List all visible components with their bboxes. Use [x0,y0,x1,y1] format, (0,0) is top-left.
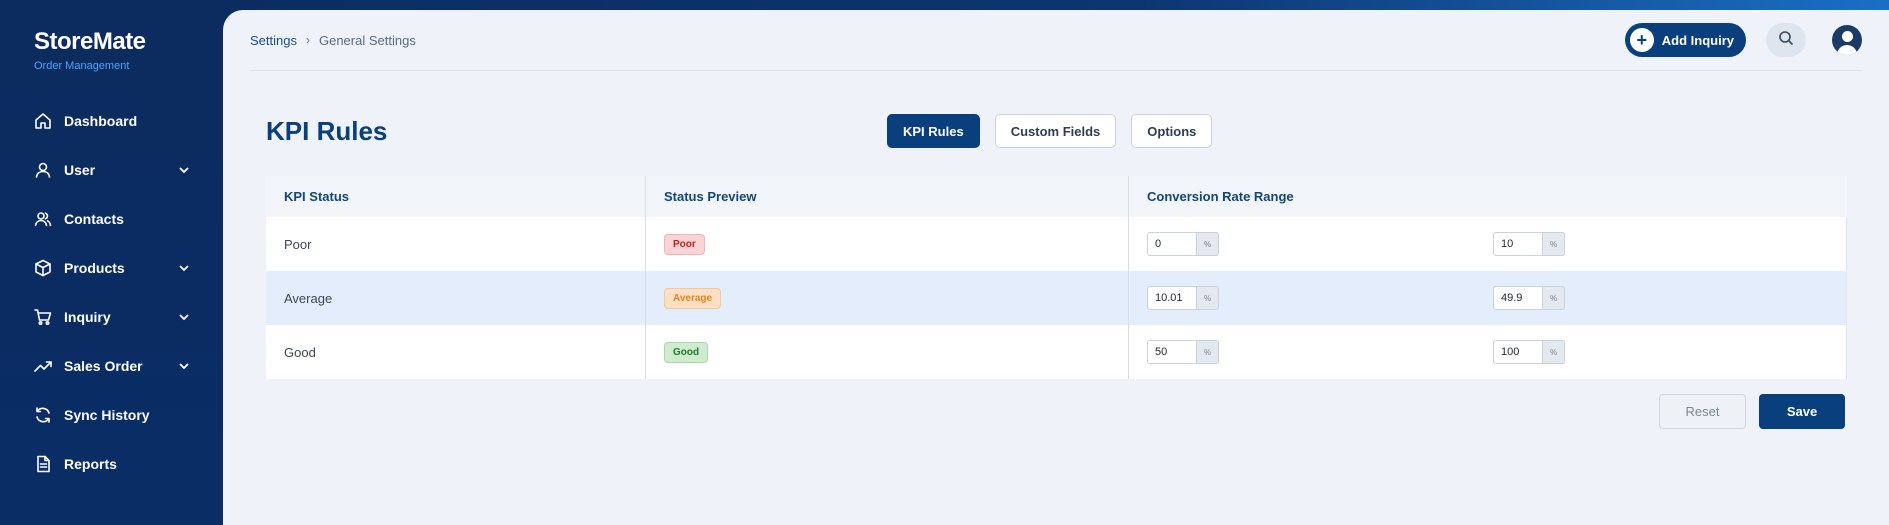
table-row: Average Average 10.01 % 49.9 % [266,271,1847,325]
range-min-value[interactable]: 10.01 [1147,286,1197,310]
chevron-down-icon [179,260,189,276]
range-min-value[interactable]: 50 [1147,340,1197,364]
sidebar-item-label: Sales Order [64,357,143,374]
header-conversion-range: Conversion Rate Range [1147,189,1294,204]
range-min-input[interactable]: 10.01 % [1147,286,1219,310]
document-icon [34,455,52,473]
kpi-table: KPI Status Status Preview Conversion Rat… [266,176,1847,379]
chevron-right-icon: › [305,33,310,47]
percent-unit: % [1543,286,1565,310]
breadcrumb-current: General Settings [318,32,416,48]
header-kpi-status: KPI Status [266,176,646,217]
contacts-icon [34,210,52,228]
range-min-input[interactable]: 50 % [1147,340,1219,364]
sync-icon [34,406,52,424]
range-max-input[interactable]: 49.9 % [1493,286,1565,310]
page-title: KPI Rules [266,116,388,146]
breadcrumb-settings[interactable]: Settings [250,33,297,48]
table-header: KPI Status Status Preview Conversion Rat… [266,176,1847,217]
range-min-value[interactable]: 0 [1147,232,1197,256]
box-icon [34,259,52,277]
cart-icon [34,308,52,326]
sidebar-item-user[interactable]: User [0,145,223,194]
search-button[interactable] [1766,23,1806,57]
sidebar-item-label: Reports [64,455,117,472]
chevron-down-icon [179,162,189,178]
range-min-group: 10.01 % [1147,286,1493,310]
settings-tabs: KPI Rules Custom Fields Options [887,114,1227,148]
status-badge: Poor [664,233,705,255]
range-cell: 10.01 % 49.9 % [1129,271,1846,325]
range-min-group: 50 % [1147,340,1493,364]
reset-button[interactable]: Reset [1659,394,1746,429]
tab-kpi-rules[interactable]: KPI Rules [887,114,980,148]
percent-unit: % [1197,340,1219,364]
percent-unit: % [1543,340,1565,364]
user-icon [34,161,52,179]
main-panel: Settings › General Settings + Add Inquir… [223,10,1889,525]
sidebar-item-label: Inquiry [64,308,111,325]
range-min-group: 0 % [1147,232,1493,256]
sidebar-nav: Dashboard User Contacts Products Inquiry… [0,96,223,488]
sidebar-item-label: Sync History [64,406,150,423]
add-inquiry-button[interactable]: + Add Inquiry [1624,23,1746,57]
kpi-status-cell: Poor [266,217,646,271]
sidebar-item-sync-history[interactable]: Sync History [0,390,223,439]
sidebar-item-label: User [64,161,96,178]
sidebar-item-inquiry[interactable]: Inquiry [0,292,223,341]
avatar-head [1841,31,1853,42]
plus-icon: + [1629,28,1654,52]
save-button[interactable]: Save [1759,394,1845,429]
range-max-value[interactable]: 100 [1493,340,1543,364]
range-max-value[interactable]: 49.9 [1493,286,1543,310]
status-badge: Average [664,287,722,309]
tab-custom-fields[interactable]: Custom Fields [994,114,1117,148]
range-max-input[interactable]: 10 % [1493,232,1565,256]
table-row: Poor Poor 0 % 10 % [266,217,1847,271]
range-cell: 0 % 10 % [1129,217,1846,271]
status-preview-cell: Average [646,271,1129,325]
percent-unit: % [1197,286,1219,310]
sidebar-item-dashboard[interactable]: Dashboard [0,96,223,145]
header-status-preview: Status Preview [646,176,1129,217]
sidebar-item-reports[interactable]: Reports [0,439,223,488]
range-max-value[interactable]: 10 [1493,232,1543,256]
avatar-body [1837,45,1857,55]
brand-subtitle: Order Management [34,60,130,72]
add-inquiry-label: Add Inquiry [1661,32,1734,48]
sidebar-item-label: Dashboard [64,112,138,129]
range-max-input[interactable]: 100 % [1493,340,1565,364]
sidebar-item-label: Contacts [64,210,124,227]
range-min-input[interactable]: 0 % [1147,232,1219,256]
chevron-down-icon [179,358,189,374]
percent-unit: % [1197,232,1219,256]
sidebar-item-products[interactable]: Products [0,243,223,292]
top-bar: Settings › General Settings + Add Inquir… [250,10,1862,71]
status-preview-cell: Poor [646,217,1129,271]
top-actions: + Add Inquiry [1624,23,1862,57]
trend-icon [34,357,52,375]
home-icon [34,112,52,130]
sidebar-item-label: Products [64,259,125,276]
kpi-status-cell: Good [266,325,646,379]
tab-options[interactable]: Options [1131,114,1213,148]
brand-logo[interactable]: StoreMate Order Management [34,28,146,73]
percent-unit: % [1543,232,1565,256]
search-icon [1778,30,1794,51]
sidebar: StoreMate Order Management Dashboard Use… [0,0,223,525]
sidebar-item-contacts[interactable]: Contacts [0,194,223,243]
sidebar-item-sales-order[interactable]: Sales Order [0,341,223,390]
breadcrumb: Settings › General Settings [250,33,416,48]
chevron-down-icon [179,309,189,325]
brand-name: StoreMate [34,28,146,55]
kpi-status-cell: Average [266,271,646,325]
table-row: Good Good 50 % 100 % [266,325,1847,379]
avatar[interactable] [1832,25,1862,55]
range-cell: 50 % 100 % [1129,325,1846,379]
status-preview-cell: Good [646,325,1129,379]
status-badge: Good [664,341,709,363]
